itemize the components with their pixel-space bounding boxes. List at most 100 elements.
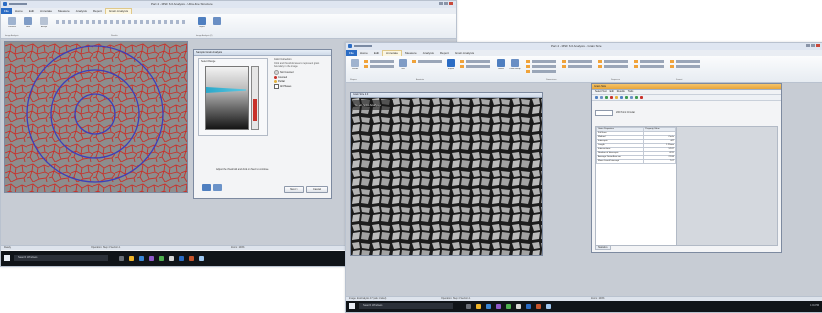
menu-tools[interactable]: Tools bbox=[628, 90, 634, 93]
micrograph-window[interactable] bbox=[4, 41, 188, 193]
shape-tool[interactable] bbox=[526, 60, 556, 63]
app-icon[interactable] bbox=[159, 256, 164, 261]
pointer-button[interactable]: Pointer bbox=[348, 59, 362, 74]
app-icon[interactable] bbox=[199, 256, 204, 261]
export-icon[interactable] bbox=[605, 96, 608, 99]
minimize-icon[interactable] bbox=[439, 2, 443, 5]
statistics-tab[interactable]: Statistics bbox=[595, 245, 611, 250]
windows-start-icon[interactable] bbox=[4, 255, 10, 261]
format-tool[interactable] bbox=[670, 60, 700, 63]
menu-edit[interactable]: Edit bbox=[610, 90, 614, 93]
results-button[interactable] bbox=[210, 17, 224, 32]
app-logo-icon[interactable] bbox=[3, 2, 7, 6]
next-dialog-button[interactable]: Next > bbox=[284, 186, 304, 193]
app-icon[interactable] bbox=[179, 256, 184, 261]
angle-tool[interactable] bbox=[460, 65, 490, 68]
store-icon[interactable] bbox=[149, 256, 154, 261]
accept-button[interactable]: Accept bbox=[37, 17, 51, 32]
menu-results[interactable]: Results bbox=[617, 90, 625, 93]
windows-start-icon[interactable] bbox=[349, 303, 355, 309]
zoom-out-icon[interactable] bbox=[213, 184, 222, 191]
label-group-button[interactable]: Label Group bbox=[508, 59, 522, 74]
copy-icon[interactable] bbox=[620, 96, 623, 99]
save-icon[interactable] bbox=[595, 96, 598, 99]
tool-strip[interactable] bbox=[56, 20, 186, 24]
edge-icon[interactable] bbox=[486, 304, 491, 309]
stop-icon[interactable] bbox=[640, 96, 643, 99]
app-logo-icon[interactable] bbox=[348, 44, 352, 48]
table-row[interactable]: Mean Lineal Intercept 7.07 bbox=[595, 159, 676, 164]
sequence-tool[interactable] bbox=[598, 65, 628, 68]
ellipse-button[interactable]: Ellipse bbox=[444, 59, 458, 74]
reject-button[interactable]: Reject bbox=[195, 17, 209, 32]
minimize-icon[interactable] bbox=[806, 44, 810, 47]
legend-partial[interactable]: Partial bbox=[274, 80, 326, 83]
method-dropdown[interactable] bbox=[595, 110, 613, 116]
reject-icon bbox=[198, 17, 206, 25]
legend-not-counted[interactable]: Not Counted bbox=[274, 70, 326, 75]
cancel-button[interactable]: Cancel bbox=[306, 186, 328, 193]
grain-micrograph[interactable] bbox=[5, 42, 187, 192]
maximize-icon[interactable] bbox=[444, 2, 448, 5]
accept-icon bbox=[40, 17, 48, 25]
delete-button[interactable]: Delete bbox=[494, 59, 508, 74]
format-tool[interactable] bbox=[670, 65, 700, 68]
quick-access-toolbar[interactable] bbox=[354, 45, 372, 47]
file-explorer-icon[interactable] bbox=[476, 304, 481, 309]
maximize-icon[interactable] bbox=[811, 44, 815, 47]
task-view-icon[interactable] bbox=[119, 256, 124, 261]
app-icon[interactable] bbox=[536, 304, 541, 309]
threshold-slider[interactable] bbox=[251, 66, 259, 130]
sequence-tool[interactable] bbox=[634, 60, 664, 63]
add-icon[interactable] bbox=[625, 96, 628, 99]
method-label: 200 Point Circular bbox=[616, 111, 636, 114]
app-icon[interactable] bbox=[516, 304, 521, 309]
polygon-tool[interactable] bbox=[460, 60, 490, 63]
sequence-tool[interactable] bbox=[634, 65, 664, 68]
app-icon[interactable] bbox=[169, 256, 174, 261]
image-window[interactable]: Grain Size 2.0 Grain Size Analysis bbox=[350, 92, 543, 256]
filter-icon[interactable] bbox=[630, 96, 633, 99]
ribbon: Previous Next Accept Reject Image Analys… bbox=[1, 14, 456, 39]
delete-icon[interactable] bbox=[610, 96, 613, 99]
text-button[interactable]: Text bbox=[396, 59, 410, 74]
quick-access-toolbar[interactable] bbox=[9, 3, 27, 5]
previous-button[interactable]: Previous bbox=[5, 17, 19, 32]
grain-micrograph-dark[interactable]: Grain Size Analysis bbox=[351, 98, 542, 256]
threshold-range[interactable] bbox=[253, 99, 257, 121]
shape-tool[interactable] bbox=[526, 65, 556, 68]
app-icon[interactable] bbox=[189, 256, 194, 261]
taskbar-search[interactable]: Search Windows bbox=[14, 255, 108, 261]
checkbox-icon[interactable] bbox=[274, 84, 279, 89]
close-icon[interactable] bbox=[816, 44, 820, 47]
group-label: Annotate bbox=[416, 79, 425, 81]
arrow-tool[interactable] bbox=[412, 60, 442, 63]
app-icon[interactable] bbox=[506, 304, 511, 309]
chart-icon[interactable] bbox=[615, 96, 618, 99]
zoom-in-icon[interactable] bbox=[202, 184, 211, 191]
window-controls[interactable] bbox=[805, 44, 821, 48]
edge-icon[interactable] bbox=[139, 256, 144, 261]
store-icon[interactable] bbox=[496, 304, 501, 309]
rectangle-tool[interactable] bbox=[364, 65, 394, 68]
legend-counted[interactable]: Counted bbox=[274, 76, 326, 79]
all-phases-checkbox[interactable]: All Phases bbox=[274, 84, 326, 89]
dimension-tool[interactable] bbox=[562, 60, 592, 63]
line-tool[interactable] bbox=[364, 60, 394, 63]
sequence-tool[interactable] bbox=[598, 60, 628, 63]
window-controls[interactable] bbox=[438, 2, 454, 6]
menu-select-text[interactable]: Select Text bbox=[595, 90, 607, 93]
open-icon[interactable] bbox=[600, 96, 603, 99]
close-icon[interactable] bbox=[449, 2, 453, 5]
taskbar-search[interactable]: Search Windows bbox=[359, 303, 453, 309]
next-button[interactable]: Next bbox=[21, 17, 35, 32]
refresh-icon[interactable] bbox=[635, 96, 638, 99]
app-icon[interactable] bbox=[526, 304, 531, 309]
file-explorer-icon[interactable] bbox=[129, 256, 134, 261]
task-view-icon[interactable] bbox=[466, 304, 471, 309]
histogram[interactable] bbox=[205, 66, 249, 130]
app-icon[interactable] bbox=[546, 304, 551, 309]
taskbar-clock[interactable]: 1:01 PM bbox=[810, 304, 819, 307]
dimension-tool[interactable] bbox=[562, 65, 592, 68]
shape-tool[interactable] bbox=[526, 70, 556, 73]
